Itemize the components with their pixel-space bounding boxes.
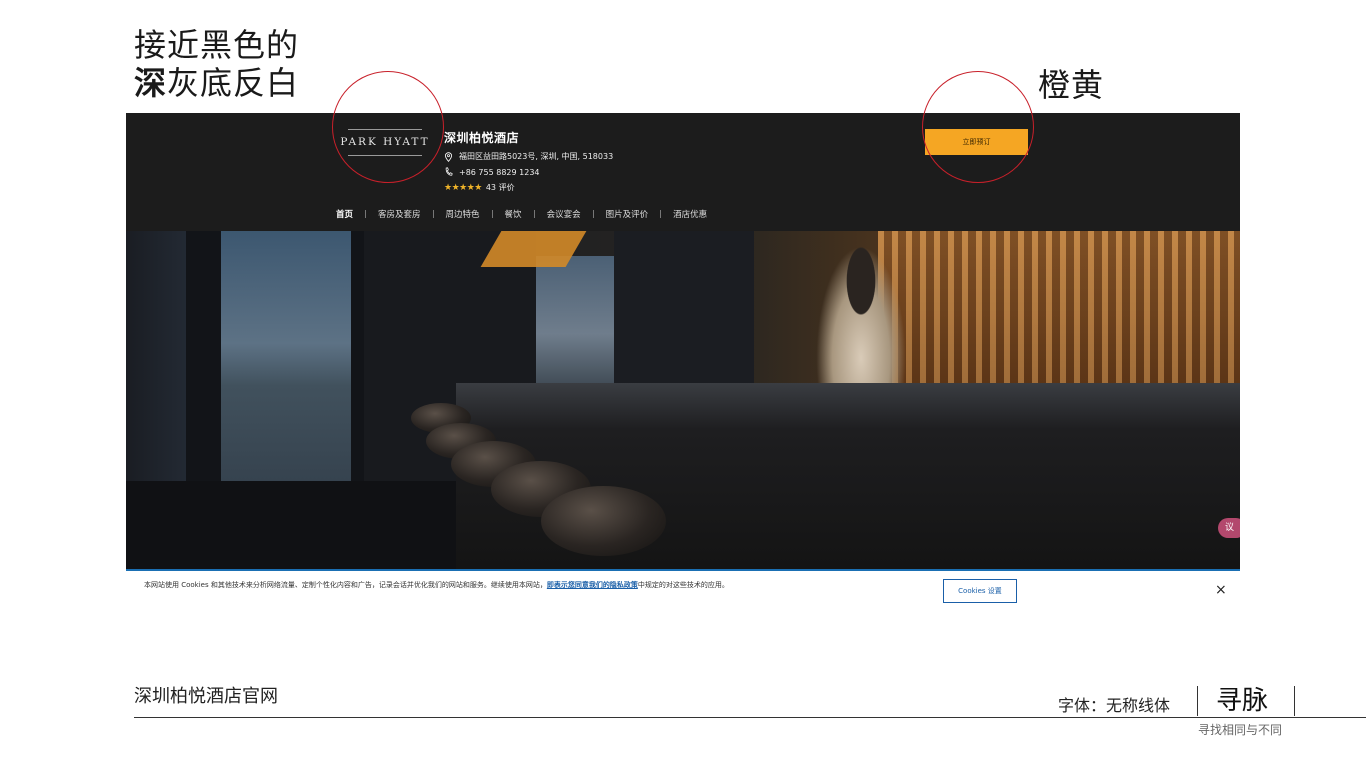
phone-row[interactable]: +86 755 8829 1234 — [444, 167, 613, 177]
review-count: 43 评价 — [485, 183, 515, 192]
hero-window-right — [536, 256, 614, 386]
hero-bartender — [816, 246, 906, 386]
nav-item[interactable]: 会议宴会 — [547, 208, 581, 220]
brand-name: 寻脉 — [1216, 686, 1269, 716]
font-note: 字体：无称线体 — [1058, 696, 1171, 715]
slide-footer-title: 深圳柏悦酒店官网 — [134, 686, 278, 707]
nav-separator — [592, 210, 594, 218]
nav-separator — [660, 210, 662, 218]
nav-item[interactable]: 周边特色 — [446, 208, 480, 220]
annotation-dark-gray: 接近黑色的 深灰底反白 — [134, 26, 299, 102]
hero-pillar-center — [614, 231, 754, 391]
hero-stool — [541, 486, 666, 556]
cookie-banner: 本网站使用 Cookies 和其他技术来分析网络流量、定制个性化内容和广告，记录… — [126, 569, 1240, 610]
location-pin-icon — [444, 151, 453, 162]
nav-item[interactable]: 图片及评价 — [606, 208, 649, 220]
nav-separator — [533, 210, 535, 218]
hero-bottle-shelves — [878, 231, 1240, 391]
annotation-line-1: 接近黑色的 — [134, 26, 300, 64]
annotation-orange: 橙黄 — [1038, 66, 1105, 104]
close-icon[interactable]: × — [1215, 583, 1227, 597]
nav-separator — [491, 210, 493, 218]
chat-badge[interactable]: 议 — [1218, 518, 1240, 538]
cookie-message: 本网站使用 Cookies 和其他技术来分析网络流量、定制个性化内容和广告，记录… — [144, 580, 744, 591]
rating-row[interactable]: ★★★★★ 43 评价 — [444, 182, 613, 193]
hero-image-bar-scene: 议 — [126, 231, 1240, 569]
nav-item[interactable]: 首页 — [336, 208, 353, 220]
logo-rule-bottom — [348, 155, 422, 156]
site-header: PARK HYATT 深圳柏悦酒店 福田区益田路5023号, 深圳, 中国, 5… — [126, 113, 1240, 231]
nav-separator — [432, 210, 434, 218]
brand-tagline: 寻找相同与不同 — [1198, 723, 1283, 737]
annotation-line-2-rest: 灰底反白 — [167, 64, 300, 102]
park-hyatt-logo[interactable]: PARK HYATT — [338, 129, 432, 159]
phone-text: +86 755 8829 1234 — [459, 167, 540, 177]
cookie-text-after: 中规定的对这些技术的应用。 — [637, 581, 729, 589]
privacy-policy-link[interactable]: 即表示您同意我们的隐私政策 — [547, 581, 638, 589]
hero-window-sea-view — [221, 231, 351, 481]
annotation-line-2: 深灰底反白 — [134, 64, 299, 102]
divider — [1197, 686, 1198, 716]
logo-text: PARK HYATT — [340, 136, 430, 148]
main-nav: 首页 客房及套房 周边特色 餐饮 会议宴会 图片及评价 酒店优惠 — [336, 208, 707, 220]
address-row[interactable]: 福田区益田路5023号, 深圳, 中国, 518033 — [444, 151, 613, 162]
nav-item[interactable]: 客房及套房 — [378, 208, 421, 220]
nav-item[interactable]: 餐饮 — [505, 208, 522, 220]
nav-separator — [365, 210, 367, 218]
address-text: 福田区益田路5023号, 深圳, 中国, 518033 — [459, 152, 614, 161]
cookie-text-before: 本网站使用 Cookies 和其他技术来分析网络流量、定制个性化内容和广告，记录… — [144, 581, 547, 589]
hotel-info: 深圳柏悦酒店 福田区益田路5023号, 深圳, 中国, 518033 +86 7… — [444, 129, 613, 193]
phone-icon — [445, 167, 453, 176]
annotation-bold-char: 深 — [134, 64, 168, 102]
nav-item[interactable]: 酒店优惠 — [673, 208, 707, 220]
hotel-name: 深圳柏悦酒店 — [444, 131, 520, 145]
hero-floor — [126, 481, 456, 569]
divider — [1294, 686, 1295, 716]
hotel-website-screenshot: PARK HYATT 深圳柏悦酒店 福田区益田路5023号, 深圳, 中国, 5… — [126, 113, 1240, 610]
footer-rule — [134, 717, 1366, 718]
cookie-settings-button[interactable]: Cookies 设置 — [943, 579, 1017, 603]
book-now-button[interactable]: 立即预订 — [925, 129, 1028, 155]
rating-stars: ★★★★★ — [444, 182, 482, 193]
